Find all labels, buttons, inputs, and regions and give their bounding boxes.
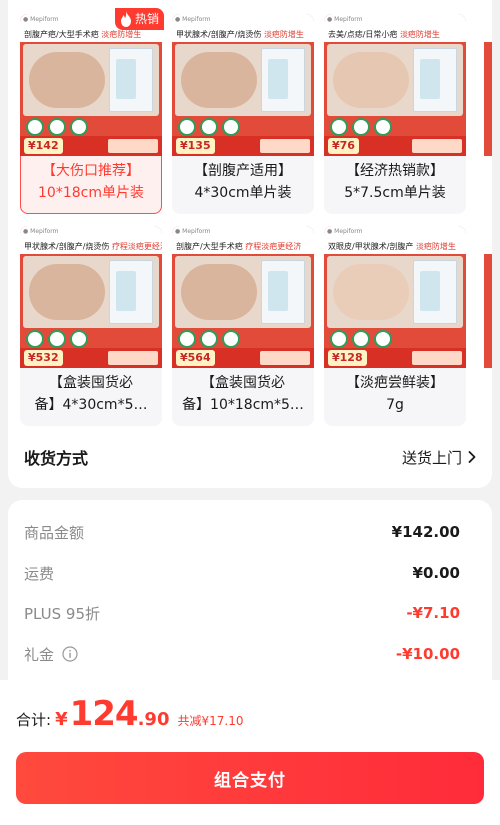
sku-tagline: 剖腹产疤/大型手术疤 淡疤防增生 [20,28,162,42]
sku-option-c-section[interactable]: ● Mepiform 甲状腺术/剖腹产/烧烫伤 淡疤防增生 ¥135 【剖腹产适… [172,14,314,214]
sku-price: ¥76 [328,138,359,154]
delivery-method-value: 送货上门 [401,448,462,467]
brand-logo: ● Mepiform [23,16,59,23]
brand-logo: ● Mepiform [175,228,211,235]
total-savings: 共减¥17.10 [177,714,244,728]
delivery-method-row[interactable]: 收货方式 送货上门 [24,444,476,470]
checkout-bar: 合计: ¥ 124 .90 共减¥17.10 组合支付 [0,680,500,825]
delivery-method-title: 收货方式 [24,449,89,468]
product-photo [175,256,311,328]
sku-tagline: 剖腹产/大型手术疤 疗程淡疤更经济 [172,240,314,254]
product-photo [23,44,159,116]
sku-thumbnail: ● Mepiform 剖腹产/大型手术疤 疗程淡疤更经济 ¥564 [172,226,314,368]
fee-row-shipping: 运费 ¥0.00 [24,564,460,583]
hot-sale-tag: 热销 [114,8,164,30]
total-currency: ¥ [55,709,68,730]
gift-badge [412,139,462,153]
sku-thumbnail: ● Mepiform 双眼皮/甲状腺术/剖腹产 淡疤防增生 ¥128 [324,226,466,368]
sku-option-peek[interactable] [484,14,492,156]
feature-badges [26,118,88,136]
sku-label: 【大伤口推荐】 10*18cm单片装 [38,163,144,201]
gift-badge [412,351,462,365]
chevron-right-icon [468,451,476,463]
feature-badges [330,330,392,348]
sku-price: ¥128 [328,350,367,366]
sku-price: ¥532 [24,350,63,366]
sku-option-box-4x30[interactable]: ● Mepiform 甲状腺术/剖腹产/烧烫伤 疗程淡疤更经济 ¥532 【盒装… [20,226,162,426]
brand-logo: ● Mepiform [175,16,211,23]
sku-thumbnail: ● Mepiform 甲状腺术/剖腹产/烧烫伤 疗程淡疤更经济 ¥532 [20,226,162,368]
sku-price: ¥142 [24,138,63,154]
combined-pay-button[interactable]: 组合支付 [16,752,484,804]
feature-badges [178,330,240,348]
gift-badge [108,139,158,153]
sku-tagline: 甲状腺术/剖腹产/烧烫伤 淡疤防增生 [172,28,314,42]
fee-row-plus-discount: PLUS 95折 -¥7.10 [24,604,460,623]
feature-badges [26,330,88,348]
sku-tagline: 去美/点痣/日常小疤 淡疤防增生 [324,28,466,42]
brand-logo: ● Mepiform [23,228,59,235]
sku-label: 【盒装囤货必 备】10*18cm*5… [182,375,304,413]
sku-label: 【淡疤尝鲜装】 7g [346,375,444,413]
fee-row-gift-cash: 礼金 -¥10.00 [24,645,460,664]
product-photo [327,44,463,116]
fee-row-goods-amount: 商品金额 ¥142.00 [24,523,460,542]
sku-tagline: 双眼皮/甲状腺术/剖腹产 淡疤防增生 [324,240,466,254]
sku-thumbnail: ● Mepiform 剖腹产疤/大型手术疤 淡疤防增生 ¥142 [20,14,162,156]
info-icon[interactable] [62,646,78,662]
sku-label: 【盒装囤货必 备】4*30cm*5… [34,375,148,413]
sku-option-trial-gel[interactable]: ● Mepiform 双眼皮/甲状腺术/剖腹产 淡疤防增生 ¥128 【淡疤尝鲜… [324,226,466,426]
order-total: 合计: ¥ 124 .90 共减¥17.10 [16,694,243,734]
flame-icon [120,11,131,27]
total-integer: 124 [69,694,139,734]
sku-option-economy[interactable]: ● Mepiform 去美/点痣/日常小疤 淡疤防增生 ¥76 【经济热销款】 … [324,14,466,214]
feature-badges [178,118,240,136]
gift-badge [108,351,158,365]
gift-badge [260,351,310,365]
sku-price: ¥564 [176,350,215,366]
product-photo [327,256,463,328]
total-decimal: .90 [137,709,170,730]
sku-option-box-10x18[interactable]: ● Mepiform 剖腹产/大型手术疤 疗程淡疤更经济 ¥564 【盒装囤货必… [172,226,314,426]
brand-logo: ● Mepiform [327,16,363,23]
product-photo [175,44,311,116]
brand-logo: ● Mepiform [327,228,363,235]
sku-tagline: 甲状腺术/剖腹产/烧烫伤 疗程淡疤更经济 [20,240,162,254]
sku-label: 【经济热销款】 5*7.5cm单片装 [344,163,446,201]
product-photo [23,256,159,328]
sku-option-peek[interactable] [484,226,492,368]
sku-label: 【剖腹产适用】 4*30cm单片装 [194,163,292,201]
sku-selector-card: ● Mepiform 剖腹产疤/大型手术疤 淡疤防增生 ¥142 【大伤口推荐】… [8,0,492,488]
fee-breakdown-card: 商品金额 ¥142.00 运费 ¥0.00 PLUS 95折 -¥7.10 礼金… [8,500,492,700]
total-label: 合计: [16,711,52,729]
sku-price: ¥135 [176,138,215,154]
gift-badge [260,139,310,153]
sku-option-large-wound[interactable]: ● Mepiform 剖腹产疤/大型手术疤 淡疤防增生 ¥142 【大伤口推荐】… [20,8,164,214]
sku-thumbnail: ● Mepiform 甲状腺术/剖腹产/烧烫伤 淡疤防增生 ¥135 [172,14,314,156]
feature-badges [330,118,392,136]
sku-thumbnail: ● Mepiform 去美/点痣/日常小疤 淡疤防增生 ¥76 [324,14,466,156]
